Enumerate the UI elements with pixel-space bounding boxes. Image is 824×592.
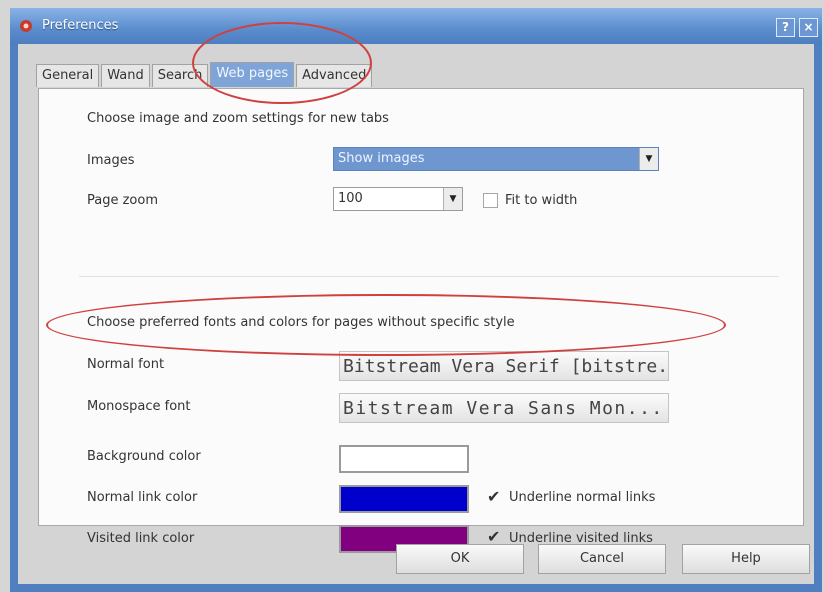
underline-normal-checkbox[interactable]: ✔ (487, 487, 500, 506)
normal-link-color-label: Normal link color (87, 490, 198, 505)
chevron-down-icon: ▼ (639, 148, 658, 170)
page-zoom-value: 100 (338, 191, 363, 206)
app-icon (20, 20, 32, 32)
cancel-button[interactable]: Cancel (538, 544, 666, 574)
images-label: Images (87, 153, 135, 168)
monospace-font-button[interactable]: Bitstream Vera Sans Mon... (339, 393, 669, 423)
preferences-window: Preferences ? × General Wand Search Web … (0, 0, 824, 592)
page-zoom-label: Page zoom (87, 193, 158, 208)
window-title: Preferences (42, 18, 119, 33)
fit-to-width-checkbox[interactable] (483, 193, 498, 208)
images-select-value: Show images (338, 151, 425, 166)
tab-general[interactable]: General (36, 64, 100, 87)
monospace-font-label: Monospace font (87, 399, 191, 414)
background-color-label: Background color (87, 449, 201, 464)
background-color-swatch[interactable] (339, 445, 469, 473)
help-title-button[interactable]: ? (776, 18, 795, 37)
section-heading-images: Choose image and zoom settings for new t… (87, 111, 389, 126)
annotation-ellipse-normal-font (46, 294, 726, 356)
visited-link-color-label: Visited link color (87, 531, 195, 546)
title-bar[interactable]: Preferences ? × (10, 8, 822, 44)
ok-button[interactable]: OK (396, 544, 524, 574)
normal-link-color-swatch[interactable] (339, 485, 469, 513)
page-zoom-select[interactable]: 100 ▼ (333, 187, 463, 211)
help-button[interactable]: Help (682, 544, 810, 574)
underline-normal-label: Underline normal links (509, 490, 656, 505)
images-select[interactable]: Show images ▼ (333, 147, 659, 171)
fit-to-width-label: Fit to width (505, 193, 578, 208)
normal-font-label: Normal font (87, 357, 165, 372)
annotation-ellipse-tab (192, 22, 372, 104)
chevron-down-icon: ▼ (443, 188, 462, 210)
tab-wand[interactable]: Wand (101, 64, 150, 87)
close-window-button[interactable]: × (799, 18, 818, 37)
section-divider (79, 276, 779, 277)
